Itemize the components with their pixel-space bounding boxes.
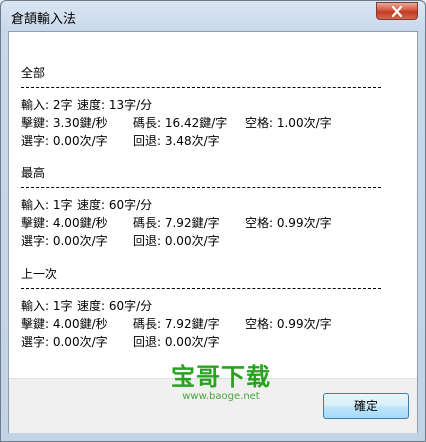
keystroke-value: 擊鍵: 3.30鍵/秒 [21,116,108,130]
code-length-value: 碼長: 7.92鍵/字 [133,317,220,331]
code-length-value: 碼長: 16.42鍵/字 [133,116,228,130]
select-value: 選字: 0.00次/字 [21,234,108,248]
keystroke-value: 擊鍵: 4.00鍵/秒 [21,317,108,331]
close-icon [391,6,403,17]
dialog-window: 倉頡輸入法 全部 輸入: 2字 速度: 13字/分 擊鍵: 3.30鍵/秒 碼長… [0,0,426,442]
select-value: 選字: 0.00次/字 [21,134,108,148]
section-title: 全部 [21,66,46,80]
section-title: 上一次 [21,267,58,281]
speed-value: 速度: 60字/分 [77,198,153,212]
ok-button[interactable]: 確定 [323,393,409,419]
section-title: 最高 [21,166,46,180]
section-divider [21,187,381,188]
space-value: 空格: 0.99次/字 [245,216,332,230]
section-divider [21,87,381,88]
dialog-footer: 確定 [9,378,417,433]
section-divider [21,288,381,289]
space-value: 空格: 1.00次/字 [245,116,332,130]
input-count: 輸入: 1字 [21,299,73,313]
space-value: 空格: 0.99次/字 [245,317,332,331]
close-button[interactable] [376,2,418,20]
select-value: 選字: 0.00次/字 [21,335,108,349]
backspace-value: 回退: 0.00次/字 [133,335,220,349]
input-count: 輸入: 1字 [21,198,73,212]
dialog-content: 全部 輸入: 2字 速度: 13字/分 擊鍵: 3.30鍵/秒 碼長: 16.4… [8,31,418,433]
keystroke-value: 擊鍵: 4.00鍵/秒 [21,216,108,230]
speed-value: 速度: 60字/分 [77,299,153,313]
title-bar[interactable]: 倉頡輸入法 [1,1,425,31]
backspace-value: 回退: 0.00次/字 [133,234,220,248]
backspace-value: 回退: 3.48次/字 [133,134,220,148]
input-count: 輸入: 2字 [21,98,73,112]
code-length-value: 碼長: 7.92鍵/字 [133,216,220,230]
speed-value: 速度: 13字/分 [77,98,153,112]
window-title: 倉頡輸入法 [11,12,77,27]
